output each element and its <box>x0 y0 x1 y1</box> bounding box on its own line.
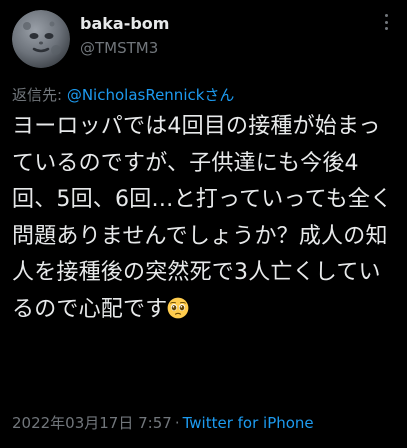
tweet-meta: 2022年03月17日 7:57 · Twitter for iPhone <box>12 412 314 433</box>
timestamp[interactable]: 2022年03月17日 7:57 <box>12 414 172 432</box>
meta-separator: · <box>174 414 180 432</box>
more-dot <box>384 27 388 30</box>
user-info: baka-bom @TMSTM3 <box>80 10 169 57</box>
more-options-icon[interactable] <box>379 14 393 30</box>
display-name[interactable]: baka-bom <box>80 14 169 33</box>
more-dot <box>384 20 388 24</box>
reply-to-link[interactable]: @NicholasRennickさん <box>67 86 235 104</box>
pleading-face-emoji-icon <box>168 297 189 318</box>
more-dot <box>384 14 388 17</box>
tweet-body: ヨーロッパでは4回目の接種が始まっているのですが、子供達にも今後4回、5回、6回… <box>12 114 393 322</box>
tweet-text: ヨーロッパでは4回目の接種が始まっているのですが、子供達にも今後4回、5回、6回… <box>12 109 395 328</box>
user-handle[interactable]: @TMSTM3 <box>80 39 169 57</box>
tweet-header: baka-bom @TMSTM3 <box>12 10 395 72</box>
avatar[interactable] <box>12 10 70 68</box>
reply-prefix: 返信先: <box>12 86 67 104</box>
moon-face-avatar-icon <box>12 10 70 68</box>
tweet-card: baka-bom @TMSTM3 返信先: @NicholasRennickさん… <box>0 0 407 448</box>
reply-context: 返信先: @NicholasRennickさん <box>12 84 395 105</box>
source-link[interactable]: Twitter for iPhone <box>183 414 314 432</box>
